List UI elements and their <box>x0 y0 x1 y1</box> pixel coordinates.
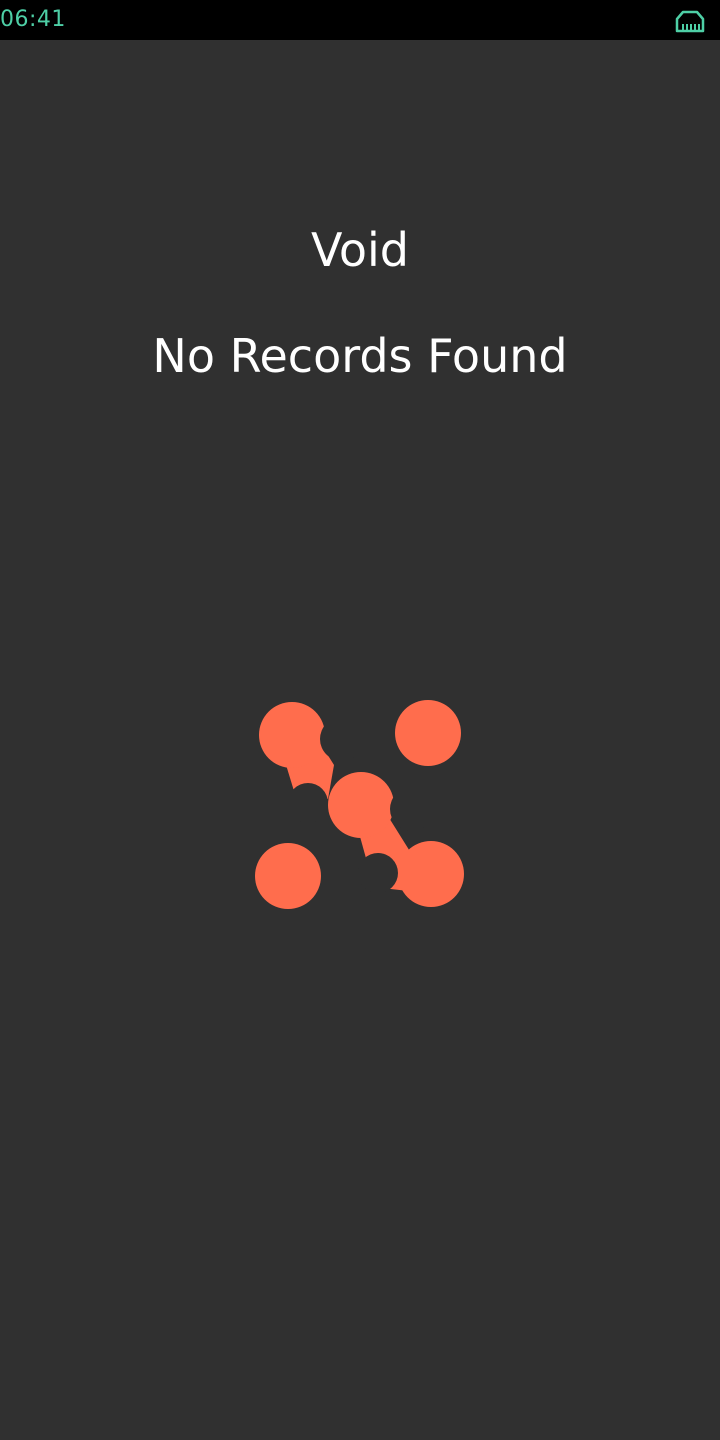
status-time: 06:41 <box>0 7 66 32</box>
app-logo-icon <box>250 695 470 915</box>
page-title: Void <box>310 223 410 277</box>
status-bar: 06:41 <box>0 0 720 40</box>
empty-state-screen: Void No Records Found <box>0 40 720 1440</box>
empty-state-message: No Records Found <box>152 329 568 383</box>
ethernet-icon <box>674 7 706 33</box>
